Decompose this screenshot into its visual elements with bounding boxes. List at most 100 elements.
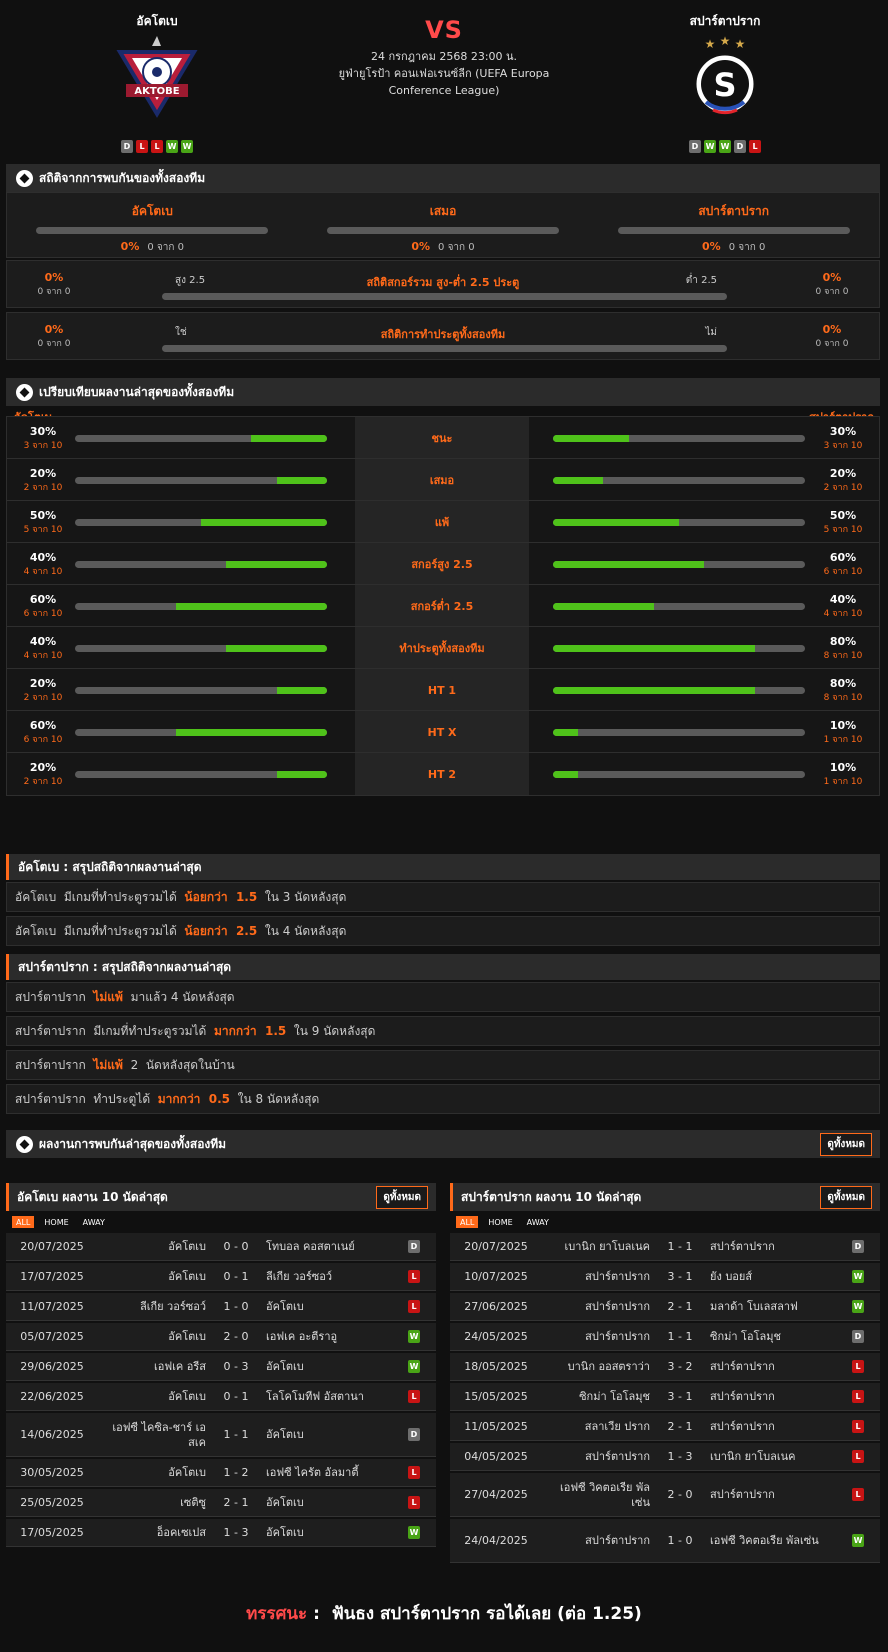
home-count: 4 จาก 10	[23, 651, 63, 661]
match-row[interactable]: 11/05/2025 สลาเวีย ปราก 2 - 1 สปาร์ตาปราก L	[450, 1413, 880, 1441]
away-view-all-button[interactable]: ดูทั้งหมด	[820, 1185, 872, 1209]
away-bar-fill	[553, 435, 629, 442]
match-row[interactable]: 27/04/2025 เอฟซี วิคตอเรีย พัลเซ่น 2 - 0 สป…	[450, 1473, 880, 1517]
form-badge: W	[719, 140, 731, 153]
soccer-ball-icon	[16, 383, 33, 401]
recent-title: ผลงานการพบกันล่าสุดของทั้งสองทีม	[39, 1136, 227, 1151]
match-row[interactable]: 18/05/2025 บานิก ออสตราว่า 3 - 2 สปาร์ตาปรา…	[450, 1353, 880, 1381]
away-stat: 40% 4 จาก 10	[813, 593, 873, 620]
h2h-col-label: สปาร์ตาปราก	[698, 204, 770, 218]
match-row[interactable]: 04/05/2025 สปาร์ตาปราก 1 - 3 เบานิก ยาโบลเน…	[450, 1443, 880, 1471]
match-away: เบานิก ยาโบลเนค	[710, 1450, 796, 1463]
home-team[interactable]: อัคโตเบ AKTOBE DLLWW	[72, 12, 242, 153]
compare-title: เปรียบเทียบผลงานล่าสุดของทั้งสองทีม	[39, 384, 235, 399]
match-row[interactable]: 15/05/2025 ซิกม่า โอโลมุช 3 - 1 สปาร์ตาปราก…	[450, 1383, 880, 1411]
match-away: ลีเกีย วอร์ซอว์	[266, 1270, 333, 1283]
match-home: อ็อคเซเปส	[156, 1526, 206, 1539]
result-badge: L	[408, 1390, 420, 1403]
summary-post: ใน 8 นัดหลังสุด	[230, 1091, 320, 1106]
home-pct: 40%	[29, 551, 57, 564]
compare-row: 20% 2 จาก 10 HT 1 80% 8 จาก 10	[6, 668, 880, 712]
match-date: 11/07/2025	[20, 1300, 84, 1313]
match-date: 24 กรกฎาคม 2568 23:00 น.	[370, 50, 518, 63]
home-count: 2 จาก 10	[23, 483, 63, 493]
match-score: 1 - 3	[223, 1526, 249, 1539]
home-stat: 60% 6 จาก 10	[13, 593, 73, 620]
match-row[interactable]: 11/07/2025 ลีเกีย วอร์ซอว์ 1 - 0 อัคโตเบ L	[6, 1293, 436, 1321]
match-home: สปาร์ตาปราก	[585, 1300, 650, 1313]
match-row[interactable]: 24/05/2025 สปาร์ตาปราก 1 - 1 ซิกม่า โอโลมุช…	[450, 1323, 880, 1351]
match-away: โลโคโมทีฟ อัสตานา	[266, 1390, 364, 1403]
match-date: 17/05/2025	[20, 1526, 84, 1539]
summary-highlight: ไม่แพ้	[93, 1057, 123, 1072]
away-bar-fill	[553, 603, 654, 610]
summary-post: ใน 9 นัดหลังสุด	[286, 1023, 376, 1038]
away-bar-fill	[553, 687, 755, 694]
summary-row: สปาร์ตาปราก ทำประตูได้ มากกว่า 0.5 ใน 8 …	[6, 1084, 880, 1114]
match-date: 14/06/2025	[20, 1428, 84, 1441]
match-score: 1 - 3	[667, 1450, 693, 1463]
match-row[interactable]: 25/05/2025 เซติซู 2 - 1 อัคโตเบ L	[6, 1489, 436, 1517]
summary-pre: สปาร์ตาปราก มีเกมที่ทำประตูรวมได้	[15, 1023, 214, 1038]
btts-right-label: ไม่	[705, 327, 717, 338]
match-date: 22/06/2025	[20, 1390, 84, 1403]
home-view-all-button[interactable]: ดูทั้งหมด	[376, 1185, 428, 1209]
match-row[interactable]: 14/06/2025 เอฟซี ไคซิล-ชาร์ เอสเค 1 - 1 อัค…	[6, 1413, 436, 1457]
result-badge: W	[408, 1330, 420, 1343]
match-row[interactable]: 17/07/2025 อัคโตเบ 0 - 1 ลีเกีย วอร์ซอว์ L	[6, 1263, 436, 1291]
result-badge: D	[408, 1240, 420, 1253]
summary-row: สปาร์ตาปราก ไม่แพ้ มาแล้ว 4 นัดหลังสุด	[6, 982, 880, 1012]
svg-text:★: ★	[720, 34, 731, 48]
tab-home[interactable]: HOME	[40, 1216, 72, 1228]
match-row[interactable]: 10/07/2025 สปาร์ตาปราก 3 - 1 ยัง บอยส์ W	[450, 1263, 880, 1291]
away-bar	[553, 771, 805, 778]
tab-away[interactable]: AWAY	[523, 1216, 553, 1228]
away-pct: 50%	[829, 509, 857, 522]
home-pct: 60%	[29, 719, 57, 732]
match-row[interactable]: 24/04/2025 สปาร์ตาปราก 1 - 0 เอฟซี วิคตอเรี…	[450, 1519, 880, 1563]
home-form-guide: DLLWW	[72, 140, 242, 153]
match-home: ซิกม่า โอโลมุช	[579, 1390, 650, 1403]
match-date: 24/04/2025	[464, 1534, 528, 1547]
home-bar-fill	[226, 561, 327, 568]
tab-home[interactable]: HOME	[484, 1216, 516, 1228]
match-row[interactable]: 30/05/2025 อัคโตเบ 1 - 2 เอฟซี ไครัต อัลมาต…	[6, 1459, 436, 1487]
match-score: 0 - 0	[223, 1240, 249, 1253]
tab-away[interactable]: AWAY	[79, 1216, 109, 1228]
result-badge: L	[852, 1360, 864, 1373]
tab-all[interactable]: ALL	[12, 1216, 35, 1228]
away-team-name: สปาร์ตาปราก	[689, 14, 761, 28]
away-match-list: 20/07/2025 เบานิก ยาโบลเนค 1 - 1 สปาร์ตาปรา…	[450, 1233, 880, 1563]
match-row[interactable]: 20/07/2025 อัคโตเบ 0 - 0 โทบอล คอสตาเนย์ D	[6, 1233, 436, 1261]
result-badge: W	[852, 1534, 864, 1547]
verdict-key: ทรรศนะ	[246, 1604, 308, 1624]
home-filter-tabs: ALL HOME AWAY	[6, 1211, 436, 1233]
home-stat: 40% 4 จาก 10	[13, 635, 73, 662]
match-row[interactable]: 17/05/2025 อ็อคเซเปส 1 - 3 อัคโตเบ W	[6, 1519, 436, 1547]
match-row[interactable]: 27/06/2025 สปาร์ตาปราก 2 - 1 มลาด้า โบเลสลา…	[450, 1293, 880, 1321]
away-team[interactable]: สปาร์ตาปราก ★ ★ ★ S DWWDL	[640, 12, 810, 153]
away-filter-tabs: ALL HOME AWAY	[450, 1211, 880, 1233]
match-date: 20/07/2025	[20, 1240, 84, 1253]
away-recent-table: สปาร์ตาปราก ผลงาน 10 นัดล่าสุด ดูทั้งหมด…	[450, 1183, 880, 1565]
match-away: เอฟซี ไครัต อัลมาตี้	[266, 1466, 359, 1479]
match-row[interactable]: 20/07/2025 เบานิก ยาโบลเนค 1 - 1 สปาร์ตาปรา…	[450, 1233, 880, 1261]
verdict: ทรรศนะ : ฟันธง สปาร์ตาปราก รอได้เลย (ต่อ…	[0, 1600, 888, 1627]
match-row[interactable]: 05/07/2025 อัคโตเบ 2 - 0 เอฟเค อะตีราอู W	[6, 1323, 436, 1351]
match-away: สปาร์ตาปราก	[710, 1420, 775, 1433]
view-all-button[interactable]: ดูทั้งหมด	[820, 1132, 872, 1156]
match-away: สปาร์ตาปราก	[710, 1488, 775, 1501]
away-pct: 20%	[829, 467, 857, 480]
away-recent-header: สปาร์ตาปราก ผลงาน 10 นัดล่าสุด ดูทั้งหมด	[450, 1183, 880, 1211]
match-row[interactable]: 22/06/2025 อัคโตเบ 0 - 1 โลโคโมทีฟ อัสตานา L	[6, 1383, 436, 1411]
match-away: ซิกม่า โอโลมุช	[710, 1330, 781, 1343]
summary-highlight: มากกว่า 1.5	[213, 1023, 287, 1038]
match-info: VS 24 กรกฎาคม 2568 23:00 น. ยูฟ่ายูโรป้า…	[320, 16, 568, 99]
match-score: 3 - 2	[667, 1360, 693, 1373]
match-row[interactable]: 29/06/2025 เอฟเค อรีส 0 - 3 อัคโตเบ W	[6, 1353, 436, 1381]
form-badge: L	[151, 140, 163, 153]
home-count: 5 จาก 10	[23, 525, 63, 535]
match-date: 25/05/2025	[20, 1496, 84, 1509]
match-away: สปาร์ตาปราก	[710, 1360, 775, 1373]
tab-all[interactable]: ALL	[456, 1216, 479, 1228]
